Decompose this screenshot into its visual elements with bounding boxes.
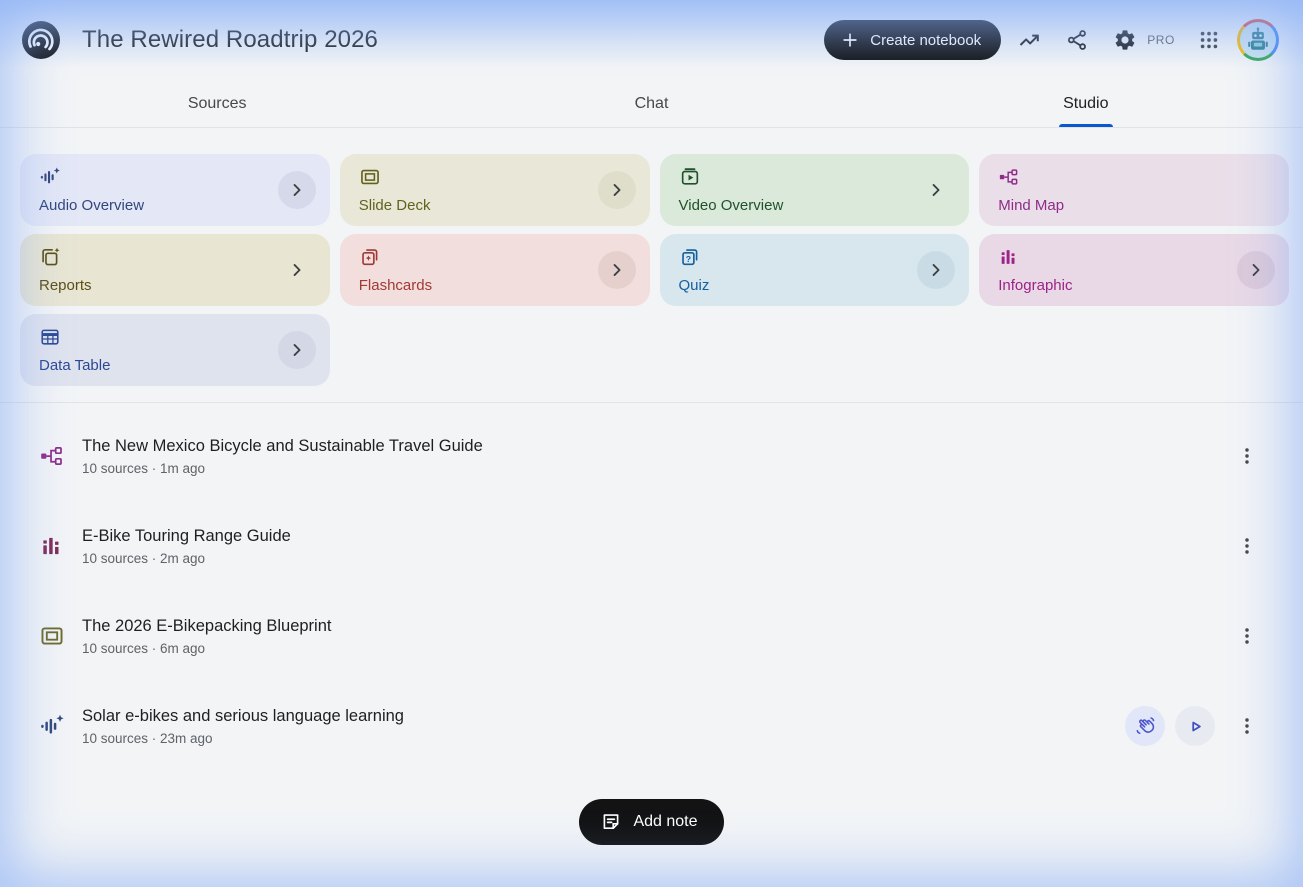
doc-title: Solar e-bikes and serious language learn… <box>82 706 404 725</box>
chevron-right-icon[interactable] <box>917 251 956 289</box>
list-item-audio-overview[interactable]: Solar e-bikes and serious language learn… <box>0 681 1303 771</box>
chevron-right-icon[interactable] <box>597 251 636 289</box>
doc-meta: 10 sources · 6m ago <box>82 640 206 656</box>
panel-tabs: Sources Chat Studio <box>0 80 1303 128</box>
chevron-right-icon[interactable] <box>1237 251 1275 289</box>
kebab-menu-icon <box>1236 535 1258 557</box>
video-overview-icon <box>679 166 701 188</box>
chevron-right-icon[interactable] <box>278 251 316 289</box>
more-options-button[interactable] <box>1229 708 1265 744</box>
studio-card-grid: Audio Overview Slide Deck Video Overview… <box>20 154 1289 386</box>
kebab-menu-icon <box>1236 445 1258 467</box>
mind-map-icon <box>39 443 65 469</box>
card-reports[interactable]: Reports <box>20 234 330 306</box>
kebab-menu-icon <box>1236 715 1258 737</box>
add-note-label: Add note <box>633 813 698 830</box>
wave-hand-icon <box>1134 715 1157 738</box>
list-item-mind-map[interactable]: The New Mexico Bicycle and Sustainable T… <box>0 411 1303 501</box>
more-options-button[interactable] <box>1229 528 1265 564</box>
card-video-overview[interactable]: Video Overview <box>659 154 970 226</box>
share-button[interactable] <box>1057 20 1097 60</box>
studio-output-list: The New Mexico Bicycle and Sustainable T… <box>0 403 1303 771</box>
create-notebook-button[interactable]: Create notebook <box>824 20 1002 60</box>
tab-studio[interactable]: Studio <box>869 80 1303 127</box>
chevron-right-icon[interactable] <box>277 331 316 369</box>
list-item-slide-deck[interactable]: The 2026 E-Bikepacking Blueprint 10 sour… <box>0 591 1303 681</box>
card-quiz[interactable]: Quiz <box>659 234 970 306</box>
play-icon <box>1184 715 1207 738</box>
doc-title: The New Mexico Bicycle and Sustainable T… <box>82 436 483 455</box>
gear-icon <box>1113 28 1137 52</box>
card-infographic[interactable]: Infographic <box>979 234 1289 306</box>
card-data-table[interactable]: Data Table <box>20 314 330 386</box>
header: The Rewired Roadtrip 2026 Create noteboo… <box>0 0 1303 80</box>
card-slide-deck[interactable]: Slide Deck <box>339 154 650 226</box>
interactive-mode-button[interactable] <box>1125 706 1165 746</box>
quiz-icon <box>679 246 701 268</box>
note-icon <box>600 811 622 833</box>
doc-meta: 10 sources · 2m ago <box>82 550 206 566</box>
add-note-button[interactable]: Add note <box>579 799 724 845</box>
audio-waveform-sparkle-icon <box>39 713 65 739</box>
plus-icon <box>840 30 860 50</box>
reports-sparkle-icon <box>39 246 61 268</box>
data-table-icon <box>39 326 61 348</box>
card-mind-map[interactable]: Mind Map <box>979 154 1289 226</box>
notebooklm-logo[interactable] <box>22 21 60 59</box>
list-item-infographic[interactable]: E-Bike Touring Range Guide 10 sources · … <box>0 501 1303 591</box>
avatar-image <box>1240 22 1276 58</box>
page-title: The Rewired Roadtrip 2026 <box>82 26 378 53</box>
tab-sources[interactable]: Sources <box>0 80 434 127</box>
pro-badge: PRO <box>1147 33 1175 47</box>
analytics-button[interactable] <box>1009 20 1049 60</box>
doc-meta: 10 sources · 23m ago <box>82 730 213 746</box>
doc-title: The 2026 E-Bikepacking Blueprint <box>82 616 332 635</box>
audio-waveform-sparkle-icon <box>39 166 61 188</box>
card-flashcards[interactable]: Flashcards <box>339 234 650 306</box>
apps-grid-icon <box>1198 29 1220 51</box>
doc-title: E-Bike Touring Range Guide <box>82 526 291 545</box>
account-avatar[interactable] <box>1237 19 1279 61</box>
settings-button[interactable] <box>1105 20 1145 60</box>
robot-avatar-icon <box>1244 26 1272 54</box>
studio-panel: Audio Overview Slide Deck Video Overview… <box>0 128 1303 402</box>
more-options-button[interactable] <box>1229 618 1265 654</box>
chevron-right-icon[interactable] <box>277 171 316 209</box>
card-audio-overview[interactable]: Audio Overview <box>20 154 330 226</box>
active-tab-underline <box>1058 124 1113 127</box>
share-icon <box>1065 28 1089 52</box>
more-options-button[interactable] <box>1229 438 1265 474</box>
chevron-right-icon[interactable] <box>917 171 955 209</box>
add-note-container: Add note <box>0 799 1303 845</box>
infographic-bars-icon <box>998 246 1020 268</box>
mind-map-icon <box>998 166 1020 188</box>
google-apps-button[interactable] <box>1189 20 1229 60</box>
play-audio-button[interactable] <box>1175 706 1215 746</box>
chevron-right-icon[interactable] <box>597 171 636 209</box>
tab-chat[interactable]: Chat <box>434 80 868 127</box>
flashcards-icon <box>359 246 381 268</box>
header-actions: Create notebook PRO <box>824 19 1279 61</box>
create-notebook-label: Create notebook <box>870 31 982 49</box>
notebooklm-app: The Rewired Roadtrip 2026 Create noteboo… <box>0 0 1303 887</box>
slide-deck-icon <box>359 166 381 188</box>
infographic-bars-icon <box>39 533 65 559</box>
trending-up-icon <box>1017 28 1041 52</box>
doc-meta: 10 sources · 1m ago <box>82 460 206 476</box>
slide-deck-icon <box>39 623 65 649</box>
kebab-menu-icon <box>1236 625 1258 647</box>
